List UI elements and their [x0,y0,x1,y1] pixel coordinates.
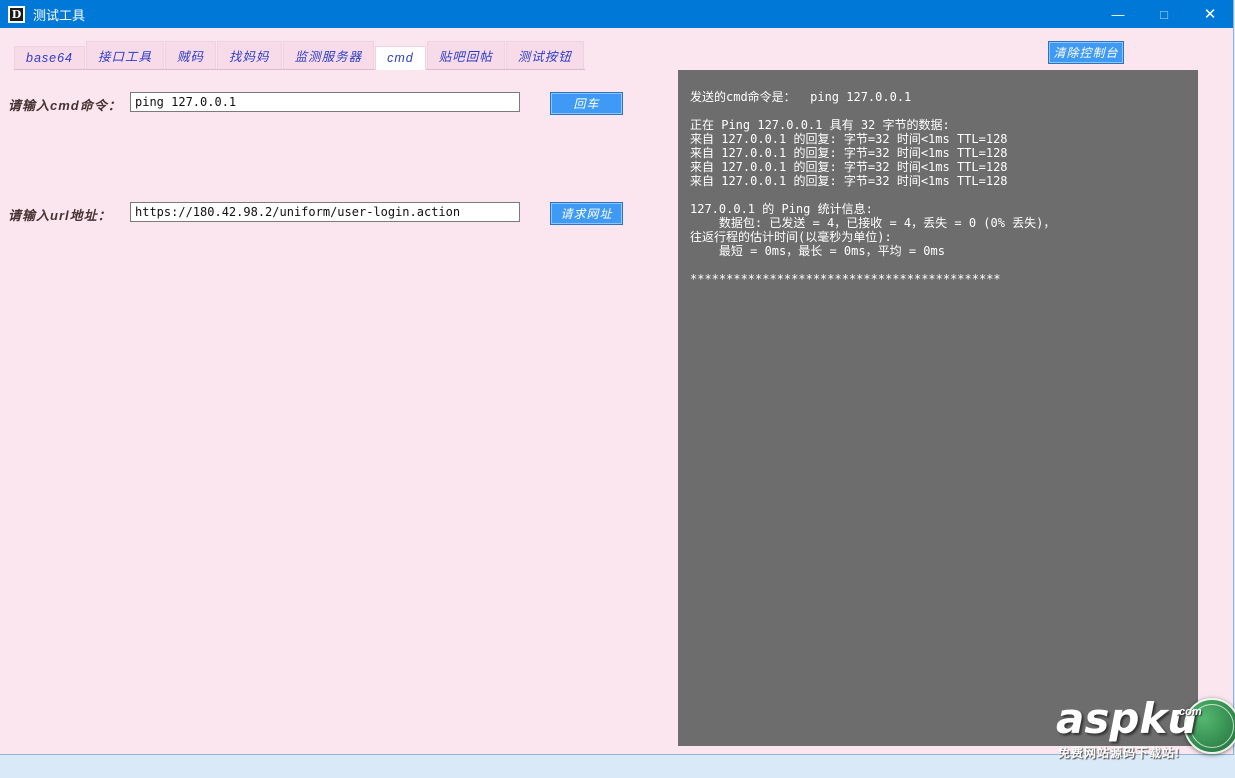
maximize-button[interactable]: □ [1141,0,1187,28]
console-line: 往返行程的估计时间(以毫秒为单位): [690,230,892,244]
tab-base64[interactable]: base64 [14,46,86,69]
app-window: D 测试工具 — □ ✕ base64 接口工具 贼码 找妈妈 监测服务器 cmd 贴吧回帖… [0,0,1235,760]
tab-找妈妈[interactable]: 找妈妈 [217,41,282,69]
cmd-label: 请输入cmd命令： [8,98,122,113]
enter-button[interactable]: 回车 [550,92,623,115]
watermark: .com aspku 免费网站源码下载站! [1038,698,1235,778]
watermark-tagline: 免费网站源码下载站! [1058,746,1180,760]
console-line: 发送的cmd命令是： ping 127.0.0.1 [690,90,912,104]
titlebar: D 测试工具 — □ ✕ [0,0,1233,28]
tab-贴吧回帖[interactable]: 贴吧回帖 [426,41,505,69]
window-content: base64 接口工具 贼码 找妈妈 监测服务器 cmd 贴吧回帖 测试按钮 清除控制台 请输… [0,28,1235,760]
window-controls: — □ ✕ [1095,0,1233,28]
tab-测试按钮[interactable]: 测试按钮 [505,41,584,69]
console-line: 数据包: 已发送 = 4，已接收 = 4，丢失 = 0 (0% 丢失)， [690,216,1056,230]
tab-cmd[interactable]: cmd [375,46,426,70]
console-line: 来自 127.0.0.1 的回复: 字节=32 时间<1ms TTL=128 [690,174,1008,188]
console-output: 发送的cmd命令是： ping 127.0.0.1 正在 Ping 127.0.… [678,70,1198,746]
cmd-input[interactable] [130,92,520,112]
app-icon: D [8,5,25,23]
watermark-brand: aspku [1056,694,1198,743]
console-line: 最短 = 0ms，最长 = 0ms，平均 = 0ms [690,244,945,258]
tab-strip: base64 接口工具 贼码 找妈妈 监测服务器 cmd 贴吧回帖 测试按钮 [14,41,585,70]
console-line: 来自 127.0.0.1 的回复: 字节=32 时间<1ms TTL=128 [690,146,1008,160]
console-line: 127.0.0.1 的 Ping 统计信息: [690,202,873,216]
console-line: ****************************************… [690,272,1001,286]
tab-接口工具[interactable]: 接口工具 [86,41,165,69]
url-input[interactable] [130,202,520,222]
close-button[interactable]: ✕ [1187,0,1233,28]
request-url-button[interactable]: 请求网址 [550,202,623,225]
clear-console-button[interactable]: 清除控制台 [1048,41,1124,64]
window-title: 测试工具 [33,7,86,23]
url-label: 请输入url地址： [8,208,112,223]
watermark-suffix: .com [1176,706,1202,718]
console-line: 正在 Ping 127.0.0.1 具有 32 字节的数据: [690,118,950,132]
console-line: 来自 127.0.0.1 的回复: 字节=32 时间<1ms TTL=128 [690,160,1008,174]
tab-监测服务器[interactable]: 监测服务器 [282,41,375,69]
tab-贼码[interactable]: 贼码 [165,41,217,69]
console-line: 来自 127.0.0.1 的回复: 字节=32 时间<1ms TTL=128 [690,132,1008,146]
minimize-button[interactable]: — [1095,0,1141,28]
